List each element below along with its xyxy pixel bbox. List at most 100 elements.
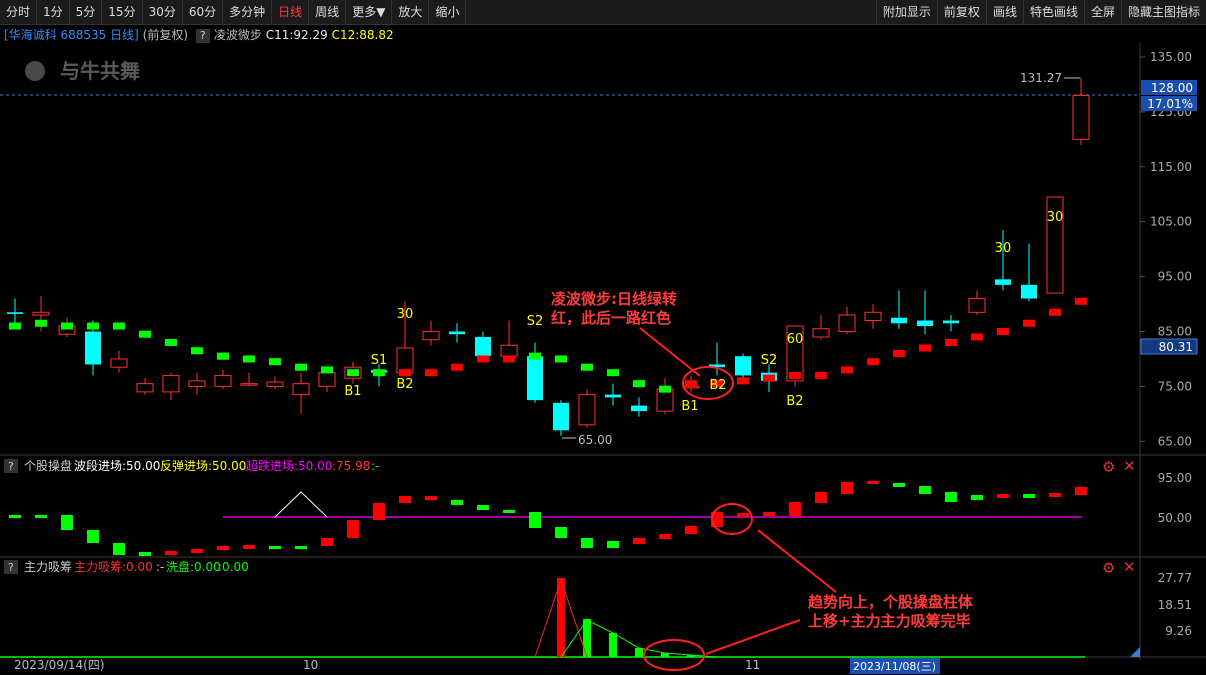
pane2-bar (659, 534, 671, 539)
pane2-bar (35, 515, 47, 518)
pane2-bar (373, 503, 385, 520)
close-icon[interactable]: ✕ (1123, 459, 1136, 474)
sell-marker (659, 385, 671, 393)
kline-chart[interactable]: 135.00125.00115.00105.0095.0085.0075.006… (0, 0, 1206, 675)
settings-gear-icon[interactable]: ⚙ (1102, 561, 1115, 576)
corner-resize-icon[interactable] (1130, 647, 1140, 657)
sell-marker (243, 355, 255, 363)
pane3-tick-label: 27.77 (1158, 571, 1192, 585)
candle-body (553, 402, 569, 431)
watermark-logo: 与牛共舞 (60, 59, 140, 83)
pane2-bar (269, 546, 281, 549)
pane3-title[interactable]: 主力吸筹 (24, 560, 72, 574)
sell-marker (165, 338, 177, 346)
sell-marker (633, 380, 645, 388)
candle-body (631, 405, 647, 412)
candle-body (292, 383, 310, 396)
last-price-label: 128.00 (1151, 81, 1193, 95)
settings-gear-icon[interactable]: ⚙ (1102, 460, 1115, 475)
pane2-bar (971, 495, 983, 500)
pane2-bar (113, 543, 125, 555)
candle-body (917, 320, 933, 327)
svg-text:?: ? (8, 460, 14, 473)
x-date-left: 2023/09/14(四) (14, 658, 105, 672)
cursor-price-label: 80.31 (1159, 340, 1193, 354)
candle-body (136, 383, 154, 393)
sell-marker (347, 369, 359, 377)
candle-body (605, 394, 621, 398)
signal-label: 30 (995, 241, 1012, 256)
signal-label: B2 (709, 378, 726, 393)
signal-label: B1 (344, 384, 361, 399)
pane2-title[interactable]: 个股操盘 (24, 458, 72, 473)
signal-label: S2 (761, 353, 778, 368)
candle-body (527, 356, 543, 401)
candle-body (864, 311, 882, 322)
pane2-bar (633, 538, 645, 544)
price-tick-label: 65.00 (1158, 434, 1192, 448)
sell-marker (555, 355, 567, 363)
buy-marker (1049, 308, 1061, 316)
close-icon[interactable]: ✕ (1123, 560, 1136, 575)
buy-marker (919, 344, 931, 352)
candle-body (995, 279, 1011, 285)
pane2-bar (451, 500, 463, 505)
candle-body (240, 383, 258, 386)
washout-bar (609, 633, 617, 657)
pane2-bar (815, 492, 827, 503)
candle-body (838, 314, 856, 332)
buy-marker (997, 328, 1009, 335)
sell-marker (581, 363, 593, 371)
signal-label: 30 (1047, 210, 1064, 225)
signal-label: B1 (681, 399, 698, 414)
price-tick-label: 115.00 (1150, 160, 1192, 174)
buy-marker (763, 374, 775, 382)
x-month-10: 10 (303, 658, 318, 672)
watermark-bull-icon (25, 61, 45, 81)
pane2-bar (867, 481, 879, 484)
candle-body (214, 374, 232, 387)
candle-body (475, 336, 491, 357)
buy-marker (841, 366, 853, 374)
buy-marker (399, 369, 411, 377)
washout-bar (635, 648, 643, 657)
sell-marker (35, 319, 47, 327)
buy-marker (451, 363, 463, 371)
buy-marker (1075, 297, 1087, 305)
candle-body (578, 394, 596, 426)
pane2-oversold-entry: 超跌进场:50.00 (246, 458, 332, 473)
buy-marker (685, 380, 697, 388)
pane2-bar (997, 494, 1009, 498)
price-tick-label: 75.00 (1158, 379, 1192, 393)
pane2-bar (763, 512, 775, 516)
sell-marker (373, 369, 385, 377)
pane2-bar (165, 551, 177, 555)
buy-marker (945, 338, 957, 346)
annotation-main-line1: 凌波微步:日线绿转 (551, 290, 677, 308)
sell-marker (9, 322, 21, 330)
sell-marker (607, 369, 619, 377)
pane3-sep: :- (156, 560, 164, 574)
buy-marker (737, 377, 749, 385)
sell-marker (61, 322, 73, 330)
buy-marker (425, 369, 437, 377)
annotation-main-line2: 红，此后一路红色 (551, 309, 671, 327)
candle-body (85, 331, 101, 365)
pane2-bar (243, 545, 255, 549)
high-price-label: 131.27 (1020, 71, 1062, 85)
buy-marker (789, 371, 801, 379)
pane2-bar (425, 496, 437, 500)
pane2-bar (477, 505, 489, 510)
pane2-bar (217, 546, 229, 550)
pane2-bar (841, 482, 853, 494)
pane3-tick-label: 9.26 (1165, 624, 1192, 638)
wave-entry-line (274, 491, 328, 518)
sell-marker (269, 358, 281, 366)
pane2-bar (321, 538, 333, 546)
candle-body (1072, 94, 1090, 140)
pane2-bar (295, 546, 307, 549)
candle-body (812, 328, 830, 338)
pane2-bar (139, 552, 151, 556)
candle-body (500, 344, 518, 357)
buy-marker (971, 333, 983, 341)
